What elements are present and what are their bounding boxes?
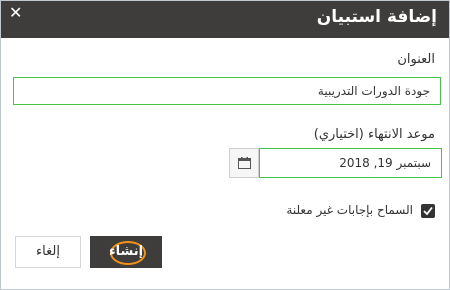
create-button[interactable]: إنشاء xyxy=(90,236,162,268)
allow-unpublished-checkbox[interactable] xyxy=(421,204,435,218)
deadline-label: موعد الانتهاء (اختياري) xyxy=(313,127,435,142)
calendar-button[interactable] xyxy=(229,148,259,178)
calendar-icon xyxy=(238,157,251,169)
title-label: العنوان xyxy=(397,52,435,67)
close-icon[interactable]: ✕ xyxy=(9,3,22,22)
deadline-field[interactable]: سبتمبر 19, 2018 xyxy=(259,148,442,178)
title-field[interactable]: جودة الدورات التدريبية xyxy=(13,77,441,105)
dialog-title: إضافة استبيان xyxy=(316,7,437,27)
create-button-label: إنشاء xyxy=(108,244,144,259)
dialog-header: إضافة استبيان ✕ xyxy=(1,1,449,38)
cancel-button[interactable]: إلغاء xyxy=(15,236,81,268)
add-survey-dialog: إضافة استبيان ✕ العنوان جودة الدورات الت… xyxy=(0,0,450,290)
check-icon xyxy=(423,206,433,216)
deadline-picker: سبتمبر 19, 2018 xyxy=(229,148,442,178)
allow-unpublished-label: السماح بإجابات غير معلنة xyxy=(286,203,413,217)
